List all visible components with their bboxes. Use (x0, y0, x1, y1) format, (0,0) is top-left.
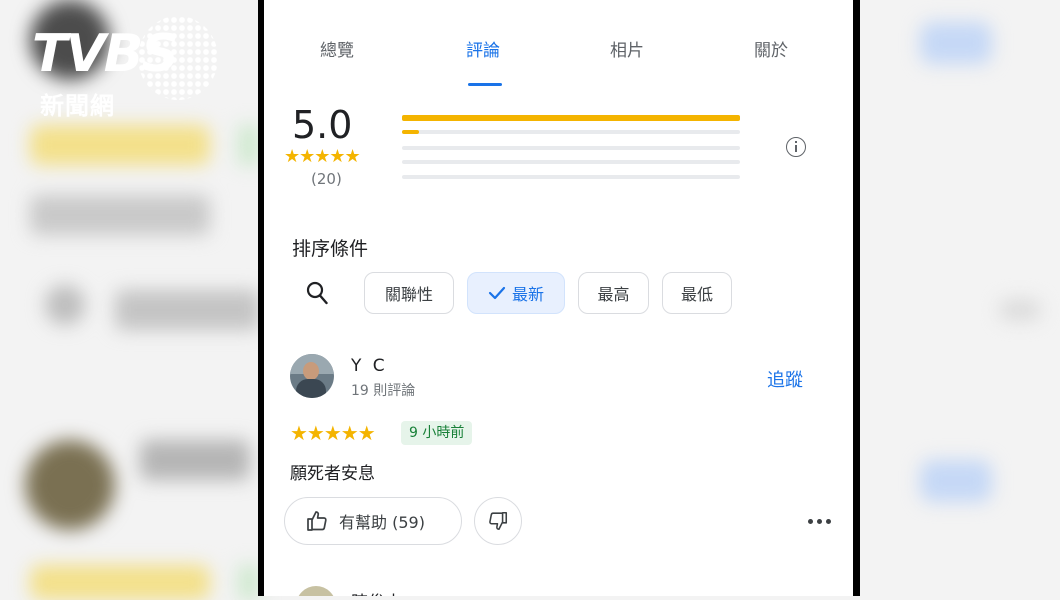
blurred-button (920, 460, 992, 502)
blurred-text (140, 440, 250, 480)
reviewer-name[interactable]: Y C (351, 356, 388, 376)
thumbs-down-icon (489, 511, 508, 531)
helpful-button[interactable]: 有幫助 (59) (284, 497, 462, 545)
info-icon[interactable] (786, 137, 806, 157)
rating-bar-fill (402, 115, 740, 121)
tab-bar: 總覽 評論 相片 關於 (264, 36, 853, 88)
logo-wordmark: TVBS (32, 24, 179, 84)
review-count: (20) (311, 170, 342, 188)
phone-screen: 總覽 評論 相片 關於 5.0 ★★★★★ (20) 排序條件 關聯性 最新 最… (264, 0, 853, 596)
sort-chip-lowest[interactable]: 最低 (662, 272, 732, 314)
search-icon[interactable] (306, 281, 328, 305)
sort-chip-label: 最低 (680, 285, 713, 304)
next-reviewer-name[interactable]: 陳俊杰 (351, 588, 402, 596)
more-dot (817, 519, 822, 524)
rating-bar-4 (402, 130, 740, 134)
review-text: 願死者安息 (290, 464, 375, 484)
blurred-stars (30, 565, 210, 600)
rating-bar-fill (402, 130, 419, 134)
thumbs-up-icon (307, 511, 327, 531)
helpful-label: 有幫助 (59) (339, 513, 425, 532)
tab-photos[interactable]: 相片 (610, 36, 644, 61)
reviewer-avatar[interactable] (290, 354, 334, 398)
next-reviewer-avatar[interactable] (296, 586, 336, 596)
blurred-text (30, 195, 210, 235)
sort-chip-newest[interactable]: 最新 (467, 272, 565, 314)
rating-bar-3 (402, 146, 740, 150)
blurred-stars (30, 125, 210, 165)
more-dot (808, 519, 813, 524)
more-dot (826, 519, 831, 524)
sort-chip-label: 最新 (511, 285, 544, 304)
blurred-avatar (25, 440, 115, 530)
avatar-head (303, 362, 319, 380)
reviewer-review-count: 19 則評論 (351, 383, 416, 399)
sort-chip-label: 最高 (597, 285, 630, 304)
sort-chip-label: 關聯性 (384, 285, 433, 304)
review-stars: ★★★★★ (290, 421, 376, 445)
avatar-body (296, 379, 326, 398)
logo-subtitle: 新聞網 (40, 92, 115, 120)
phone-frame: 總覽 評論 相片 關於 5.0 ★★★★★ (20) 排序條件 關聯性 最新 最… (258, 0, 860, 596)
follow-button[interactable]: 追蹤 (767, 366, 803, 392)
tab-reviews[interactable]: 評論 (466, 36, 500, 61)
blurred-badge (238, 125, 260, 165)
tab-overview[interactable]: 總覽 (320, 36, 354, 61)
blurred-text (115, 290, 260, 330)
rating-bar-2 (402, 160, 740, 164)
blurred-button (920, 22, 992, 64)
more-options-icon[interactable] (808, 519, 834, 525)
blurred-icon (1000, 300, 1040, 320)
sort-chip-relevance[interactable]: 關聯性 (364, 272, 454, 314)
average-rating: 5.0 (292, 103, 353, 147)
check-icon (488, 286, 506, 300)
tab-about[interactable]: 關於 (754, 36, 788, 61)
blurred-icon (45, 285, 85, 325)
rating-bar-5 (402, 115, 740, 121)
tvbs-logo: TVBS 新聞網 (30, 14, 220, 120)
blurred-badge (238, 565, 260, 600)
review-time-badge: 9 小時前 (401, 421, 473, 445)
average-rating-stars: ★★★★★ (284, 146, 361, 167)
sort-label: 排序條件 (292, 238, 369, 260)
sort-chip-highest[interactable]: 最高 (578, 272, 649, 314)
not-helpful-button[interactable] (474, 497, 522, 545)
active-tab-indicator (468, 83, 502, 86)
rating-bar-1 (402, 175, 740, 179)
